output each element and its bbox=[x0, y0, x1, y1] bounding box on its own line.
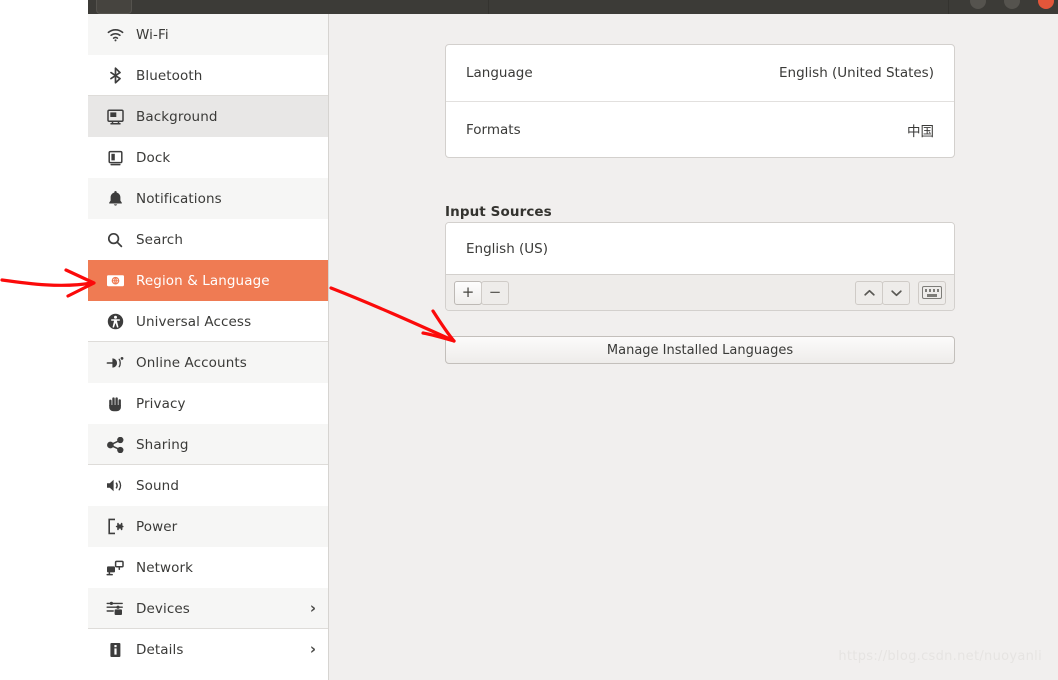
sidebar-item-label: Online Accounts bbox=[136, 355, 247, 371]
sidebar-item-label: Sharing bbox=[136, 437, 189, 453]
titlebar-divider-right bbox=[948, 0, 949, 14]
sidebar-item-sharing[interactable]: Sharing bbox=[88, 424, 328, 465]
window-minimize-button[interactable] bbox=[970, 0, 986, 9]
devices-icon bbox=[102, 599, 128, 619]
power-plug-icon bbox=[102, 517, 128, 537]
info-icon bbox=[102, 640, 128, 660]
titlebar-divider bbox=[488, 0, 489, 14]
input-sources-toolbar: + − bbox=[446, 274, 954, 310]
sidebar-item-label: Bluetooth bbox=[136, 68, 202, 84]
sidebar-item-dock[interactable]: Dock bbox=[88, 137, 328, 178]
chevron-right-icon: › bbox=[310, 642, 316, 657]
sidebar-item-network[interactable]: Network bbox=[88, 547, 328, 588]
region-language-icon bbox=[102, 271, 128, 291]
sidebar-item-background[interactable]: Background bbox=[88, 96, 328, 137]
remove-input-source-button[interactable]: − bbox=[481, 281, 509, 305]
list-item[interactable]: English (US) bbox=[446, 223, 954, 274]
page-left-margin bbox=[0, 14, 88, 680]
watermark-text: https://blog.csdn.net/nuoyanli bbox=[838, 649, 1042, 664]
language-row-label: Language bbox=[466, 65, 533, 81]
sidebar-item-privacy[interactable]: Privacy bbox=[88, 383, 328, 424]
sidebar-item-sound[interactable]: Sound bbox=[88, 465, 328, 506]
sidebar-item-region-language[interactable]: Region & Language bbox=[88, 260, 328, 301]
sidebar-item-label: Privacy bbox=[136, 396, 186, 412]
speaker-icon bbox=[102, 476, 128, 496]
sidebar-item-devices[interactable]: Devices › bbox=[88, 588, 328, 629]
online-accounts-icon bbox=[102, 353, 128, 373]
settings-window: Wi-Fi Bluetooth Backgr bbox=[0, 0, 1058, 680]
sidebar-item-bluetooth[interactable]: Bluetooth bbox=[88, 55, 328, 96]
chevron-down-icon bbox=[891, 289, 902, 297]
move-up-button[interactable] bbox=[855, 281, 883, 305]
add-input-source-button[interactable]: + bbox=[454, 281, 482, 305]
hand-icon bbox=[102, 394, 128, 414]
formats-row-label: Formats bbox=[466, 122, 521, 138]
bell-icon bbox=[102, 189, 128, 209]
share-icon bbox=[102, 435, 128, 455]
sidebar-item-label: Background bbox=[136, 109, 218, 125]
sidebar-item-notifications[interactable]: Notifications bbox=[88, 178, 328, 219]
input-sources-heading: Input Sources bbox=[445, 204, 552, 220]
chevron-up-icon bbox=[864, 289, 875, 297]
manage-installed-languages-button[interactable]: Manage Installed Languages bbox=[445, 336, 955, 364]
window-titlebar[interactable] bbox=[88, 0, 1058, 15]
add-remove-group: + − bbox=[454, 281, 509, 305]
sidebar-item-online-accounts[interactable]: Online Accounts bbox=[88, 342, 328, 383]
titlebar-back-button[interactable] bbox=[96, 0, 132, 14]
sidebar-item-label: Details bbox=[136, 642, 184, 658]
formats-row[interactable]: Formats 中国 bbox=[446, 101, 954, 157]
input-source-label: English (US) bbox=[466, 241, 548, 257]
chevron-right-icon: › bbox=[310, 601, 316, 616]
sidebar-item-label: Region & Language bbox=[136, 273, 270, 289]
accessibility-icon bbox=[102, 312, 128, 332]
language-row[interactable]: Language English (United States) bbox=[446, 45, 954, 101]
sidebar-item-details[interactable]: Details › bbox=[88, 629, 328, 670]
sidebar-item-label: Wi-Fi bbox=[136, 27, 169, 43]
keyboard-preview-button[interactable] bbox=[918, 281, 946, 305]
window-maximize-button[interactable] bbox=[1004, 0, 1020, 9]
network-icon bbox=[102, 558, 128, 578]
input-sources-panel: English (US) + − bbox=[445, 222, 955, 311]
background-icon bbox=[102, 107, 128, 127]
input-sources-list: English (US) bbox=[446, 223, 954, 274]
language-row-value: English (United States) bbox=[779, 65, 934, 81]
sidebar-item-power[interactable]: Power bbox=[88, 506, 328, 547]
sidebar-item-label: Power bbox=[136, 519, 177, 535]
sidebar-item-wi-fi[interactable]: Wi-Fi bbox=[88, 14, 328, 55]
wifi-icon bbox=[102, 25, 128, 45]
keyboard-icon bbox=[922, 286, 942, 299]
sidebar-item-label: Sound bbox=[136, 478, 179, 494]
language-settings-panel: Language English (United States) Formats… bbox=[445, 44, 955, 158]
bluetooth-icon bbox=[102, 66, 128, 86]
dock-icon bbox=[102, 148, 128, 168]
sidebar-item-label: Dock bbox=[136, 150, 170, 166]
sidebar-item-search[interactable]: Search bbox=[88, 219, 328, 260]
sidebar-item-label: Network bbox=[136, 560, 193, 576]
window-close-button[interactable] bbox=[1038, 0, 1054, 9]
search-icon bbox=[102, 230, 128, 250]
settings-main-panel: Language English (United States) Formats… bbox=[329, 14, 1058, 680]
sidebar-item-label: Notifications bbox=[136, 191, 222, 207]
sidebar-item-label: Devices bbox=[136, 601, 190, 617]
move-down-button[interactable] bbox=[882, 281, 910, 305]
settings-sidebar: Wi-Fi Bluetooth Backgr bbox=[88, 14, 329, 680]
formats-row-value: 中国 bbox=[907, 120, 934, 140]
sidebar-item-label: Search bbox=[136, 232, 183, 248]
sidebar-item-universal-access[interactable]: Universal Access bbox=[88, 301, 328, 342]
sidebar-item-label: Universal Access bbox=[136, 314, 251, 330]
reorder-group bbox=[855, 281, 910, 305]
